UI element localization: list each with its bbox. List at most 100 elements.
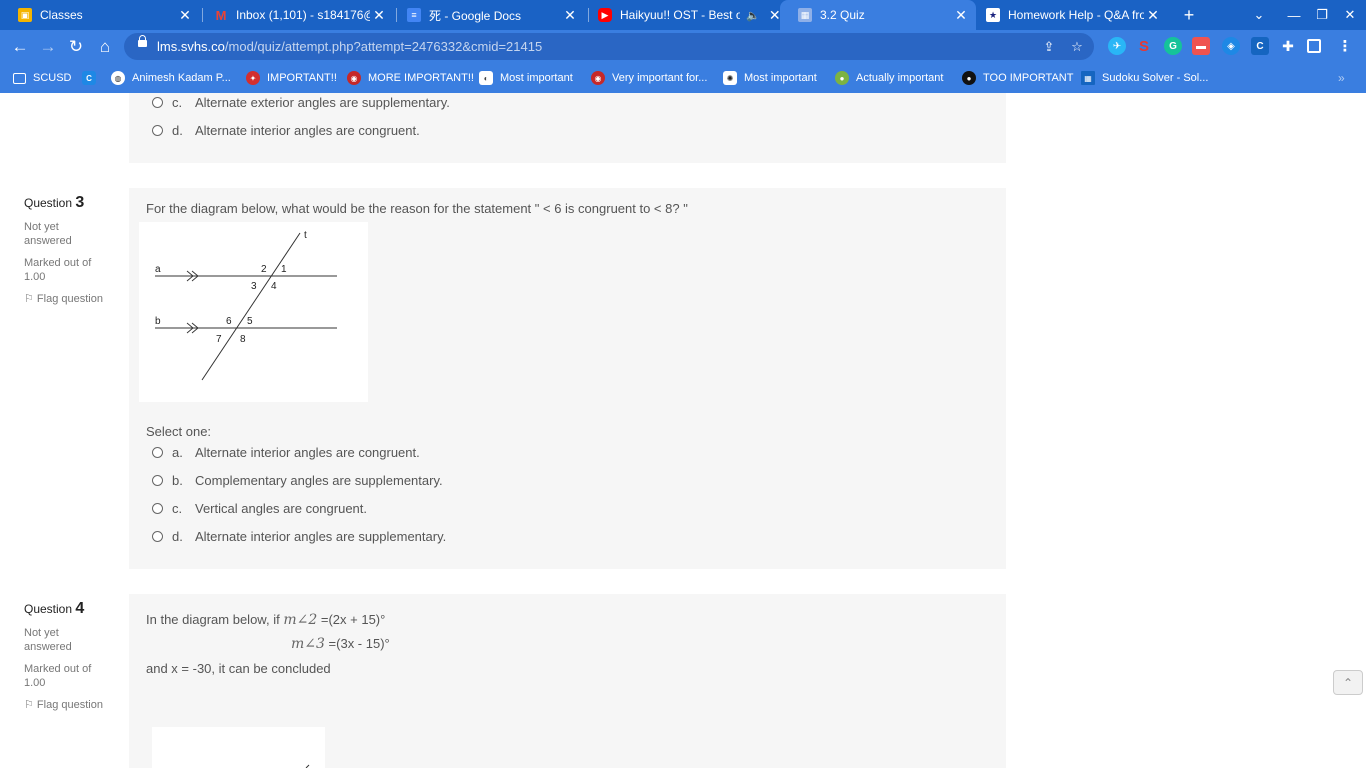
bookmark-animesh[interactable]: ◍ Animesh Kadam P... [111,69,231,87]
radio-button[interactable] [152,124,163,136]
grammarly-icon[interactable]: G [1164,37,1182,55]
tab-google-docs[interactable]: ≡ 死 - Google Docs ✕ [389,0,585,30]
tab-quiz[interactable]: ▦ 3.2 Quiz ✕ [780,0,976,30]
extension-icon[interactable]: ▬ [1192,37,1210,55]
close-icon[interactable]: ✕ [176,7,194,24]
close-window-icon[interactable]: ✕ [1336,0,1364,30]
share-icon[interactable]: ⇪ [1040,38,1058,56]
openai-icon: ✺ [723,71,737,85]
question-4-diagram [152,727,325,768]
lock-icon [138,35,147,47]
radio-button[interactable] [152,530,163,542]
close-icon[interactable]: ✕ [1144,7,1162,24]
tab-search-chevron-icon[interactable]: ⌄ [1244,0,1274,30]
site-icon: ● [962,71,976,85]
label-a: a [155,264,161,275]
bookmark-most-important-1[interactable]: ◐ Most important [479,69,573,87]
option-c[interactable]: c. Alternate exterior angles are supplem… [152,94,450,110]
option-c[interactable]: c. Vertical angles are congruent. [152,500,367,516]
home-icon[interactable]: ⌂ [92,34,118,60]
radio-button[interactable] [152,502,163,514]
menu-icon[interactable]: ⋮ [1336,37,1354,55]
speaker-icon[interactable]: 🔈 [746,9,760,22]
reload-icon[interactable]: ↻ [63,34,89,60]
new-tab-icon[interactable]: + [1174,0,1204,30]
label-8: 8 [240,334,246,345]
bookmarks-overflow-icon[interactable]: » [1338,69,1345,87]
label-2: 2 [261,264,267,275]
minimize-icon[interactable]: — [1280,0,1308,30]
forward-icon[interactable]: → [35,34,61,60]
parallel-lines-diagram: t a b 2 1 3 4 6 5 7 8 [139,222,368,402]
question-3-info: Question 3 Not yet answered Marked out o… [24,194,104,306]
bookmark-scusd[interactable]: SCUSD [13,69,72,87]
shield-icon[interactable]: ◈ [1222,37,1240,55]
volleyball-icon: ◉ [347,71,361,85]
option-b[interactable]: b. Complementary angles are supplementar… [152,472,443,488]
close-icon[interactable]: ✕ [370,7,388,24]
bookmark-too-important[interactable]: ● TOO IMPORTANT [962,69,1073,87]
option-d[interactable]: d. Alternate interior angles are supplem… [152,528,446,544]
extension-icon[interactable]: ✈ [1108,37,1126,55]
question-number: Question 4 [24,600,85,617]
label-6: 6 [226,316,232,327]
bookmarks-bar: SCUSD C ◍ Animesh Kadam P... ✦ IMPORTANT… [0,63,1366,93]
bookmark-c[interactable]: C [82,69,103,87]
back-icon[interactable]: ← [7,34,33,60]
flag-question-link[interactable]: ⚐ Flag question [24,292,104,306]
bookmark-very-important[interactable]: ◉ Very important for... [591,69,707,87]
folder-icon [13,72,26,84]
question-4-conclusion: and x = -30, it can be concluded [146,661,331,676]
site-icon: ● [835,71,849,85]
label-1: 1 [281,264,287,275]
tab-strip: ▣ Classes ✕ M Inbox (1,101) - s184176@sc… [0,0,1366,30]
question-number: Question 3 [24,194,85,211]
side-panel-icon[interactable] [1307,39,1321,53]
radio-button[interactable] [152,446,163,458]
question-4-intro: In the diagram below, if m∠2 =(2x + 15)° [146,612,386,628]
bookmark-sudoku[interactable]: ▦ Sudoku Solver - Sol... [1081,69,1208,87]
bookmark-more-important[interactable]: ◉ MORE IMPORTANT!! [347,69,474,87]
radio-button[interactable] [152,474,163,486]
grid-icon: ▦ [1081,71,1095,85]
moodle-icon: ▦ [798,8,812,22]
flag-question-link[interactable]: ⚐ Flag question [24,698,104,712]
radio-button[interactable] [152,96,163,108]
extension-icon[interactable]: S [1135,37,1153,55]
question-marks: Marked out of 1.00 [24,257,92,283]
bookmark-star-icon[interactable]: ☆ [1068,38,1086,56]
url-text: lms.svhs.co/mod/quiz/attempt.php?attempt… [157,39,543,54]
bookmark-actually-important[interactable]: ● Actually important [835,69,943,87]
gmail-icon: M [215,7,227,23]
tab-haikyuu[interactable]: ▶ Haikyuu!! OST - Best of 🔈 ✕ [580,0,781,30]
tab-homework-help[interactable]: ★ Homework Help - Q&A from ✕ [968,0,1168,30]
question-status: Not yet answered [24,627,72,653]
tab-classes[interactable]: ▣ Classes ✕ [0,0,200,30]
extension-icon[interactable]: C [1251,37,1269,55]
c-logo-icon: C [82,71,96,85]
star-icon: ★ [986,8,1000,22]
select-one-label: Select one: [146,424,212,439]
label-3: 3 [251,281,257,292]
puzzle-icon[interactable]: ✚ [1279,37,1297,55]
label-t: t [304,230,307,241]
bookmark-important[interactable]: ✦ IMPORTANT!! [246,69,337,87]
question-marks: Marked out of 1.00 [24,663,92,689]
flag-icon: ⚐ [24,699,37,711]
close-icon[interactable]: ✕ [561,7,579,24]
volleyball-icon: ◉ [591,71,605,85]
tab-inbox[interactable]: M Inbox (1,101) - s184176@sc ✕ [196,0,394,30]
bookmark-most-important-2[interactable]: ✺ Most important [723,69,817,87]
anime-icon: ✦ [246,71,260,85]
scroll-to-top-button[interactable]: ⌃ [1333,670,1363,695]
label-7: 7 [216,334,222,345]
page-content: c. Alternate exterior angles are supplem… [0,93,1366,768]
label-4: 4 [271,281,277,292]
option-a[interactable]: a. Alternate interior angles are congrue… [152,444,420,460]
address-bar[interactable]: lms.svhs.co/mod/quiz/attempt.php?attempt… [124,33,1094,60]
youtube-icon: ▶ [598,8,612,22]
restore-icon[interactable]: ❐ [1308,0,1336,30]
browser-toolbar: ← → ↻ ⌂ lms.svhs.co/mod/quiz/attempt.php… [0,30,1366,63]
option-d[interactable]: d. Alternate interior angles are congrue… [152,122,420,138]
site-icon: ◐ [479,71,493,85]
